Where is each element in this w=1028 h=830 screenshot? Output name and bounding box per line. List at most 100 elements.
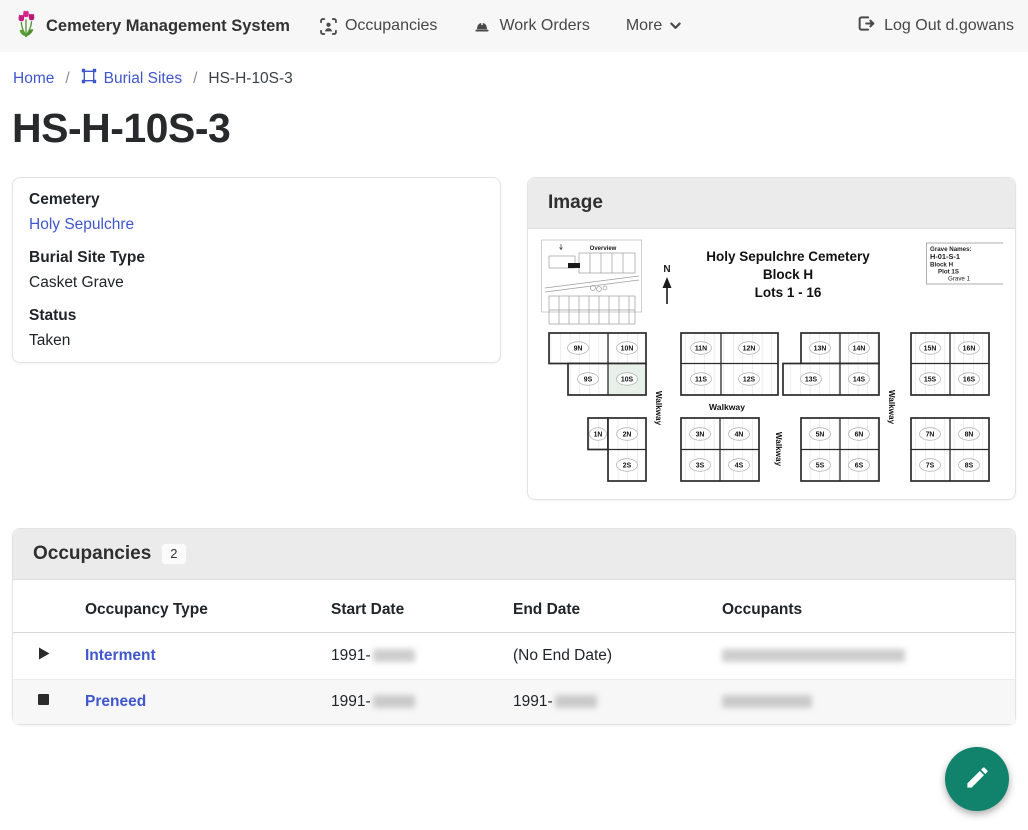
lot-label: 13N: [814, 345, 827, 352]
breadcrumb-current: HS-H-10S-3: [208, 70, 292, 88]
grave-name: H-01-S-1: [930, 252, 960, 261]
app-title: Cemetery Management System: [46, 17, 290, 36]
north-arrow: N: [663, 264, 672, 304]
logout-icon: [857, 15, 875, 37]
nav-label-occupancies: Occupancies: [345, 17, 438, 35]
overview-label: Overview: [590, 246, 617, 252]
logout-label: Log Out d.gowans: [884, 17, 1014, 35]
end-date-value: 1991-: [513, 693, 553, 710]
lot-label: 4S: [735, 462, 744, 469]
occupancies-table: Occupancy Type Start Date End Date Occup…: [13, 580, 1015, 724]
lot-label: 1N: [594, 431, 603, 438]
cemetery-link[interactable]: Holy Sepulchre: [29, 216, 134, 233]
play-icon: [37, 648, 51, 665]
lot-label: 7N: [926, 431, 935, 438]
occupancies-title: Occupancies: [33, 543, 151, 565]
grave-block: Block H: [930, 262, 954, 269]
nav-item-more[interactable]: More: [626, 17, 681, 35]
lot-label: 12N: [743, 345, 756, 352]
end-date-column-header: End Date: [513, 580, 722, 633]
burial-site-type-label: Burial Site Type: [29, 249, 484, 267]
logout-button[interactable]: Log Out d.gowans: [857, 15, 1014, 37]
nav-label-work-orders: Work Orders: [499, 17, 589, 35]
lot-label: 4N: [735, 431, 744, 438]
lot-label: 16S: [963, 376, 976, 383]
lot-label: 10N: [621, 345, 634, 352]
lot-label: 9N: [574, 345, 583, 352]
map-title-line3: Lots 1 - 16: [755, 285, 822, 300]
start-date-value: 1991-: [331, 693, 371, 710]
grave-plot: Plot 1S: [938, 269, 959, 276]
lot-label: 10S: [621, 376, 634, 383]
breadcrumb: Home / Burial Sites / HS-H-10S-3: [0, 52, 1028, 95]
image-card-header: Image: [528, 178, 1015, 229]
stop-square-icon: [37, 693, 50, 710]
breadcrumb-separator: /: [193, 70, 197, 88]
breadcrumb-burial-sites-label: Burial Sites: [104, 70, 182, 88]
start-date-value: 1991-: [331, 647, 371, 664]
image-card-body: Overview N: [528, 229, 1015, 499]
bounding-box-icon: [81, 68, 97, 89]
pencil-icon: [964, 764, 991, 794]
start-date-column-header: Start Date: [331, 580, 513, 633]
walkway-label: Walkway: [654, 391, 663, 426]
lot-label: 5S: [816, 462, 825, 469]
cemetery-field-label: Cemetery: [29, 191, 484, 209]
lot-label: 11S: [695, 376, 707, 383]
overview-inset: Overview: [542, 240, 642, 324]
table-row: Interment 1991- (No End Date): [13, 633, 1015, 680]
top-navbar: Cemetery Management System Occupancies: [0, 0, 1028, 52]
image-card-title: Image: [548, 192, 603, 214]
redacted-occupants: [722, 649, 905, 662]
breadcrumb-separator: /: [65, 70, 69, 88]
redacted-date: [555, 695, 597, 708]
lot-label: 2S: [623, 462, 632, 469]
lot-label: 8S: [965, 462, 974, 469]
breadcrumb-home-label: Home: [13, 70, 54, 88]
occupancy-type-column-header: Occupancy Type: [85, 580, 331, 633]
person-bounding-box-icon: [320, 18, 337, 35]
lot-label: 6N: [855, 431, 864, 438]
burial-site-details-card: Cemetery Holy Sepulchre Burial Site Type…: [12, 177, 501, 363]
occupancy-preneed-link[interactable]: Preneed: [85, 693, 146, 710]
breadcrumb-burial-sites-link[interactable]: Burial Sites: [81, 68, 182, 89]
lot-label: 15S: [924, 376, 937, 383]
status-label: Status: [29, 307, 484, 325]
map-title-line2: Block H: [763, 267, 813, 282]
lot-label: 8N: [965, 431, 974, 438]
occupancies-card-header: Occupancies 2: [13, 529, 1015, 580]
lot-label: 2N: [623, 431, 632, 438]
edit-fab-button[interactable]: [945, 747, 1009, 811]
image-card: Image Overview: [527, 177, 1016, 500]
burial-site-type-value: Casket Grave: [29, 274, 484, 292]
nav-item-occupancies[interactable]: Occupancies: [320, 17, 438, 35]
redacted-date: [373, 649, 415, 662]
lot-label: 16N: [963, 345, 976, 352]
occupancy-interment-link[interactable]: Interment: [85, 647, 156, 664]
grave-names-legend: Grave Names: H-01-S-1 Block H Plot 1S Gr…: [927, 243, 1004, 284]
occupancies-card: Occupancies 2 Occupancy Type Start Date …: [12, 528, 1016, 725]
lot-label: 7S: [926, 462, 935, 469]
breadcrumb-home-link[interactable]: Home: [13, 70, 54, 88]
occupancies-count-badge: 2: [161, 543, 186, 565]
grave-grave: Grave 1: [948, 276, 971, 283]
nav-item-work-orders[interactable]: Work Orders: [473, 17, 589, 35]
chevron-down-icon: [670, 22, 681, 30]
lot-label: 6S: [855, 462, 864, 469]
lot-label: 3N: [696, 431, 705, 438]
lot-label: 12S: [743, 376, 756, 383]
lot-label: 14N: [853, 345, 866, 352]
map-title-line1: Holy Sepulchre Cemetery: [706, 249, 870, 264]
walkway-label: Walkway: [774, 432, 783, 467]
hard-hat-icon: [473, 18, 491, 34]
walkway-label: Walkway: [887, 390, 896, 425]
end-date-value: (No End Date): [513, 647, 612, 664]
status-value: Taken: [29, 332, 484, 350]
app-brand[interactable]: Cemetery Management System: [14, 9, 290, 44]
page-title: HS-H-10S-3: [12, 105, 1016, 152]
top-cards-row: Cemetery Holy Sepulchre Burial Site Type…: [0, 177, 1028, 500]
walkway-label: Walkway: [709, 402, 745, 412]
tulips-logo-icon: [14, 9, 38, 44]
nav-menu: Occupancies Work Orders More: [320, 17, 681, 35]
lot-label: 14S: [853, 376, 866, 383]
